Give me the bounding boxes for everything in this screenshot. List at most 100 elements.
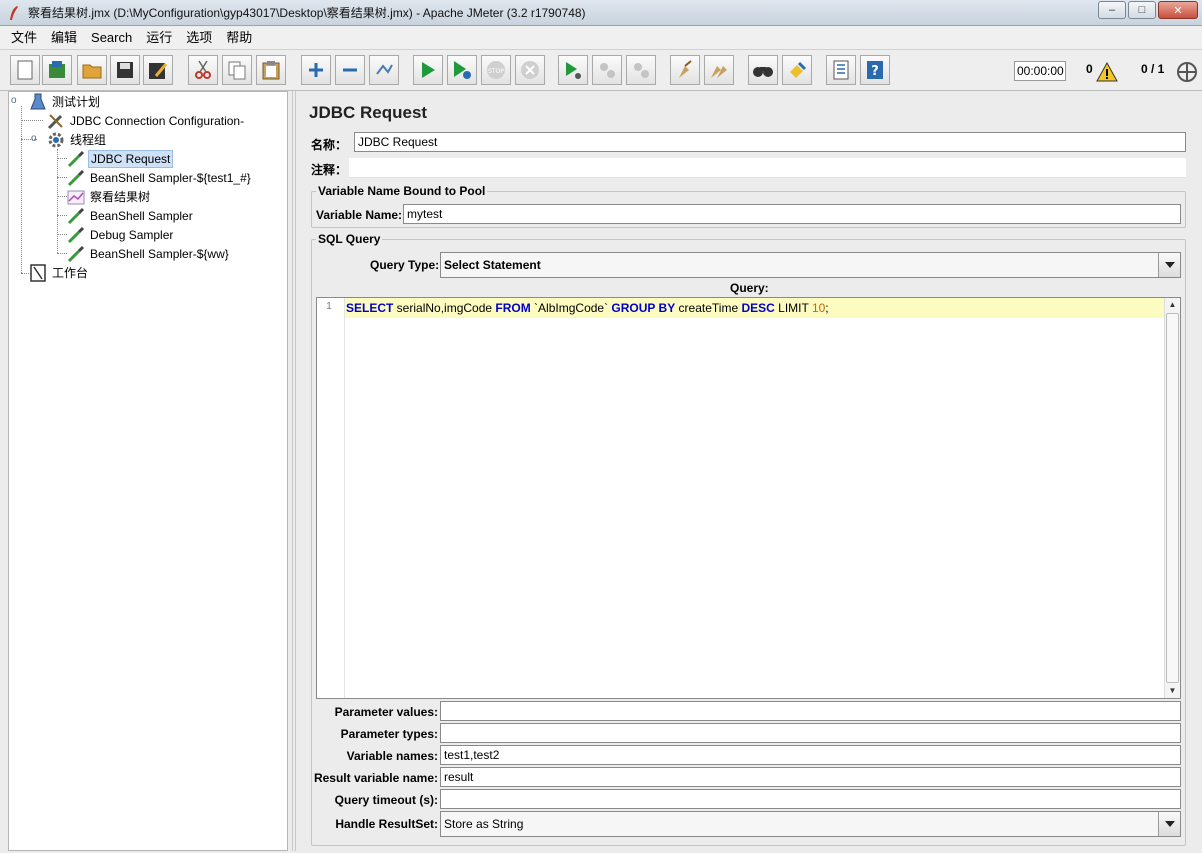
tree-item-beanshell-sampler[interactable]: BeanShell Sampler xyxy=(67,206,195,225)
start-no-pause-icon[interactable] xyxy=(447,55,477,85)
scroll-thumb[interactable] xyxy=(1166,313,1179,683)
sql-editor[interactable]: 1 SELECT serialNo,imgCode FROM `AlbImgCo… xyxy=(316,297,1181,699)
sql-token: createTime xyxy=(675,301,742,315)
tree-item-jdbc-connection-config[interactable]: JDBC Connection Configuration- xyxy=(47,111,246,130)
variable-name-label: Variable Name: xyxy=(316,208,403,222)
tree-item-thread-group[interactable]: 线程组 xyxy=(47,130,108,149)
query-type-value: Select Statement xyxy=(444,258,541,272)
menu-options[interactable]: 选项 xyxy=(179,27,219,49)
warning-icon[interactable] xyxy=(1096,61,1118,85)
menu-edit[interactable]: 编辑 xyxy=(44,27,84,49)
jmeter-feather-icon xyxy=(6,5,22,21)
chevron-down-icon[interactable] xyxy=(1158,253,1180,277)
reset-search-icon[interactable] xyxy=(782,55,812,85)
menu-run[interactable]: 运行 xyxy=(139,27,179,49)
variable-names-label: Variable names: xyxy=(346,749,438,763)
close-button[interactable]: ✕ xyxy=(1158,1,1198,19)
gear-icon xyxy=(47,131,65,149)
tree-item-beanshell-sampler-test1[interactable]: BeanShell Sampler-${test1_#} xyxy=(67,168,253,187)
parameter-values-label: Parameter values: xyxy=(334,705,438,719)
tree-item-view-results-tree[interactable]: 察看结果树 xyxy=(67,187,152,206)
handle-resultset-select[interactable]: Store as String xyxy=(440,811,1181,837)
variable-names-field[interactable]: test1,test2 xyxy=(440,745,1181,765)
remote-shutdown-icon[interactable] xyxy=(626,55,656,85)
sql-token: `AlbImgCode` xyxy=(530,301,612,315)
help-icon[interactable]: ? xyxy=(860,55,890,85)
svg-text:?: ? xyxy=(871,64,879,79)
paste-icon[interactable] xyxy=(256,55,286,85)
code-line[interactable]: SELECT serialNo,imgCode FROM `AlbImgCode… xyxy=(345,298,1165,318)
scroll-down-icon[interactable]: ▼ xyxy=(1165,684,1180,698)
variable-name-field[interactable]: mytest xyxy=(403,204,1181,224)
beaker-icon xyxy=(29,93,47,111)
handle-resultset-label: Handle ResultSet: xyxy=(335,817,438,831)
copy-icon[interactable] xyxy=(222,55,252,85)
parameter-values-field[interactable] xyxy=(440,701,1181,721)
new-icon[interactable] xyxy=(10,55,40,85)
tree-item-workbench[interactable]: 工作台 xyxy=(29,263,90,282)
collapse-thread-group-toggle[interactable]: o xyxy=(31,134,41,144)
expand-all-icon[interactable] xyxy=(301,55,331,85)
sql-token: GROUP BY xyxy=(611,301,676,315)
sql-token: ; xyxy=(825,301,829,315)
name-field[interactable]: JDBC Request xyxy=(354,132,1186,152)
scroll-up-icon[interactable]: ▲ xyxy=(1165,298,1180,312)
minimize-button[interactable]: – xyxy=(1098,1,1126,19)
parameter-types-field[interactable] xyxy=(440,723,1181,743)
workbench-icon xyxy=(29,263,47,282)
clear-all-icon[interactable] xyxy=(704,55,734,85)
sql-token: LIMIT xyxy=(774,301,812,315)
save-as-icon[interactable] xyxy=(143,55,173,85)
cut-icon[interactable] xyxy=(188,55,218,85)
comment-field[interactable] xyxy=(349,158,1186,178)
pipette-icon xyxy=(67,150,85,168)
collapse-test-plan-toggle[interactable]: o xyxy=(11,96,21,106)
result-variable-name-field[interactable]: result xyxy=(440,767,1181,787)
search-icon[interactable] xyxy=(748,55,778,85)
line-number: 1 xyxy=(326,301,332,312)
save-icon[interactable] xyxy=(110,55,140,85)
tree-item-debug-sampler[interactable]: Debug Sampler xyxy=(67,225,175,244)
line-number-gutter: 1 xyxy=(317,298,345,698)
sql-token: FROM xyxy=(495,301,531,315)
sql-token: serialNo,imgCode xyxy=(393,301,496,315)
clear-icon[interactable] xyxy=(670,55,700,85)
tree-item-beanshell-sampler-ww[interactable]: BeanShell Sampler-${ww} xyxy=(67,244,231,263)
collapse-all-icon[interactable] xyxy=(335,55,365,85)
tree-item-jdbc-request[interactable]: JDBC Request xyxy=(67,149,174,168)
function-helper-icon[interactable] xyxy=(826,55,856,85)
start-icon[interactable] xyxy=(413,55,443,85)
handle-resultset-value: Store as String xyxy=(444,817,524,831)
templates-icon[interactable] xyxy=(42,55,72,85)
open-icon[interactable] xyxy=(77,55,107,85)
stop-icon[interactable]: STOP xyxy=(481,55,511,85)
test-plan-tree: o o 测试计划 JDBC Connection Configuration- … xyxy=(8,91,288,851)
query-type-label: Query Type: xyxy=(370,258,440,272)
chevron-down-icon[interactable] xyxy=(1158,812,1180,836)
toggle-icon[interactable] xyxy=(369,55,399,85)
sql-token: SELECT xyxy=(346,301,394,315)
pipette-icon xyxy=(67,207,85,225)
wrench-icon xyxy=(47,112,65,130)
sql-token: 10 xyxy=(811,301,826,315)
toolbar: STOP ? 00:00:00 0 0 / 1 xyxy=(0,49,1202,91)
maximize-button[interactable]: □ xyxy=(1128,1,1156,19)
pipette-icon xyxy=(67,169,85,187)
title-bar: 察看结果树.jmx (D:\MyConfiguration\gyp43017\D… xyxy=(0,0,1202,26)
panel-splitter[interactable] xyxy=(292,91,296,851)
query-timeout-field[interactable] xyxy=(440,789,1181,809)
remote-start-icon[interactable] xyxy=(558,55,588,85)
menu-file[interactable]: 文件 xyxy=(4,27,44,49)
graph-icon xyxy=(67,188,85,206)
warning-count: 0 xyxy=(1086,62,1093,76)
pipette-icon xyxy=(67,226,85,244)
query-type-select[interactable]: Select Statement xyxy=(440,252,1181,278)
editor-scrollbar[interactable]: ▲ ▼ xyxy=(1164,298,1180,698)
tree-item-test-plan[interactable]: 测试计划 xyxy=(29,92,102,111)
menu-search[interactable]: Search xyxy=(84,27,139,49)
query-timeout-label: Query timeout (s): xyxy=(334,793,438,807)
menu-help[interactable]: 帮助 xyxy=(219,27,259,49)
remote-stop-icon[interactable] xyxy=(592,55,622,85)
shutdown-icon[interactable] xyxy=(515,55,545,85)
name-label: 名称： xyxy=(311,138,348,152)
